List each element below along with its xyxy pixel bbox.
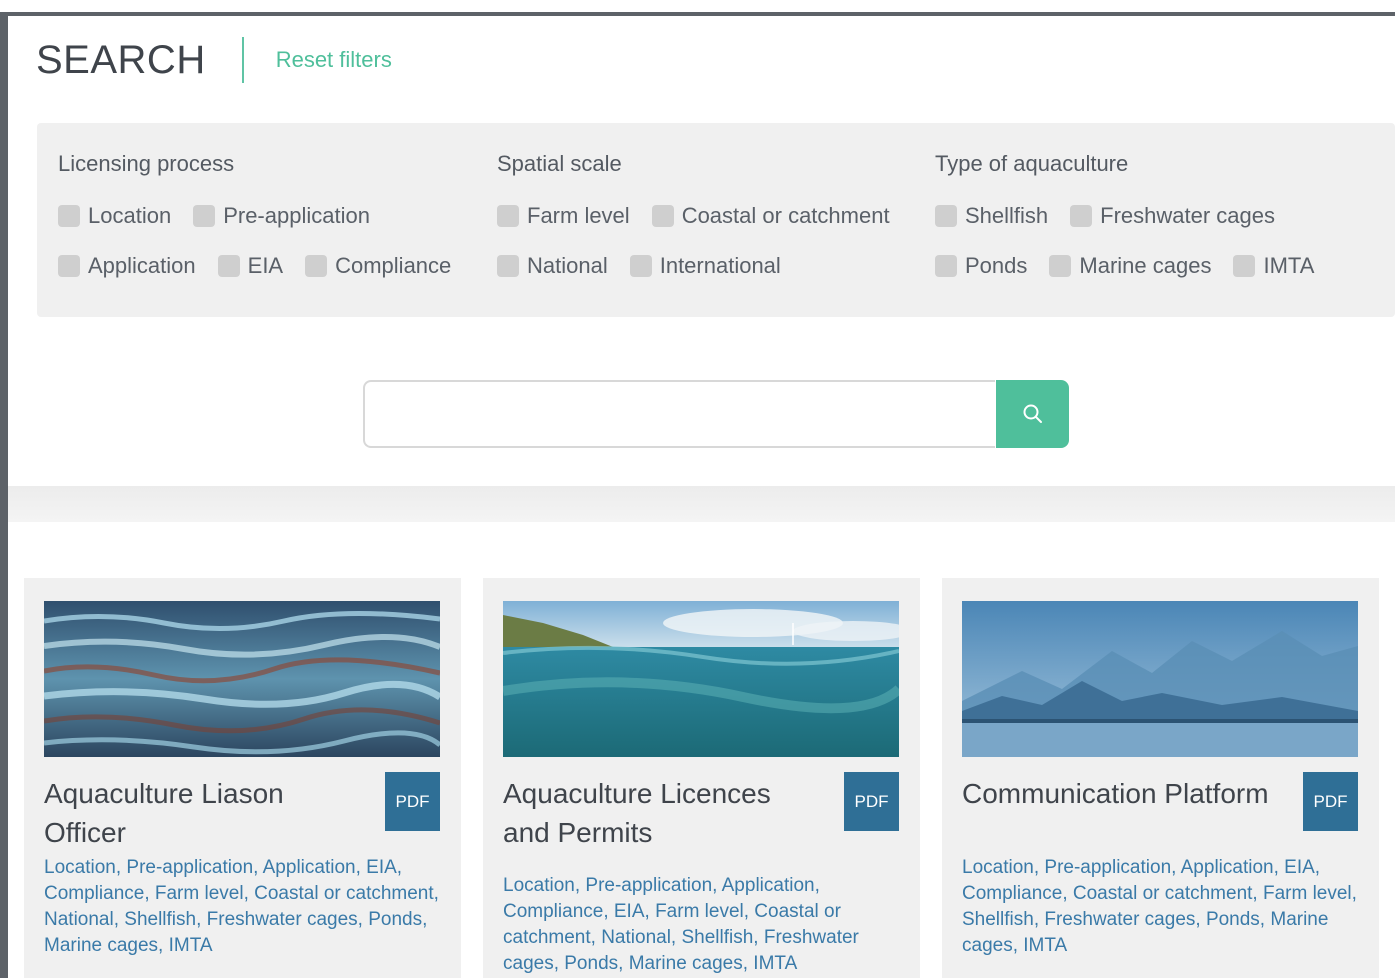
page-title: SEARCH [36,37,206,82]
pdf-badge[interactable]: PDF [1303,772,1358,831]
section-divider-band [8,486,1395,522]
checkbox-ponds[interactable]: Ponds [935,253,1027,279]
search-bar [363,380,1069,448]
header-divider [241,37,244,83]
checkbox-international[interactable]: International [629,253,781,279]
card-image-sea-coast [503,601,899,757]
checkbox-box[interactable] [217,255,240,277]
result-card[interactable]: Aquaculture Liason Officer PDF Location,… [24,578,461,978]
search-icon [1023,404,1042,423]
card-tags: Location, Pre-application, Application, … [503,875,859,974]
filter-group-title: Licensing process [58,151,235,176]
checkbox-label: Location [88,203,172,228]
filter-row: Farm level Coastal or catchment [497,191,912,241]
checkbox-box[interactable] [193,205,216,227]
checkbox-eia[interactable]: EIA [217,253,284,279]
card-tags: Location, Pre-application, Application, … [44,857,439,956]
filter-row: National International [497,241,912,291]
result-card[interactable]: Aquaculture Licences and Permits PDF Loc… [483,578,920,978]
window-frame-top [0,12,1395,16]
checkbox-box[interactable] [58,205,80,227]
result-card[interactable]: Communication Platform PDF Location, Pre… [942,578,1379,978]
checkbox-application[interactable]: Application [58,253,196,279]
checkbox-label: Shellfish [965,203,1049,228]
checkbox-national[interactable]: National [497,253,608,279]
checkbox-label: IMTA [1263,253,1315,278]
checkbox-box[interactable] [497,255,519,277]
checkbox-label: Pre-application [223,203,370,228]
checkbox-label: International [659,253,781,278]
search-button[interactable] [996,380,1069,448]
filter-group-type-of-aquaculture: Type of aquaculture Shellfish Freshwater… [935,151,1336,291]
checkbox-compliance[interactable]: Compliance [305,253,451,279]
filter-row: Application EIA Compliance [58,241,473,291]
checkbox-label: Compliance [335,253,452,278]
pdf-badge[interactable]: PDF [844,772,899,831]
checkbox-marine-cages[interactable]: Marine cages [1049,253,1211,279]
card-image-water-ripples [44,601,440,757]
checkbox-freshwater-cages[interactable]: Freshwater cages [1070,203,1275,229]
checkbox-label: National [527,253,608,278]
checkbox-box[interactable] [1070,205,1093,227]
checkbox-farm-level[interactable]: Farm level [497,203,630,229]
checkbox-imta[interactable]: IMTA [1233,253,1314,279]
checkbox-location[interactable]: Location [58,203,171,229]
checkbox-box[interactable] [935,255,957,277]
filter-group-title: Spatial scale [497,151,622,176]
card-title[interactable]: Communication Platform [962,774,1282,813]
checkbox-label: Application [88,253,196,278]
card-image-mountain-lake [962,601,1358,757]
checkbox-coastal-or-catchment[interactable]: Coastal or catchment [651,203,890,229]
checkbox-label: Marine cages [1079,253,1212,278]
checkbox-box[interactable] [651,205,674,227]
filter-row: Shellfish Freshwater cages [935,191,1336,241]
checkbox-box[interactable] [629,255,652,277]
checkbox-label: Coastal or catchment [681,203,890,228]
search-header: SEARCH Reset filters [36,30,392,90]
pdf-badge[interactable]: PDF [385,772,440,831]
filter-panel: Licensing process Location Pre-applicati… [37,123,1395,317]
checkbox-pre-application[interactable]: Pre-application [193,203,370,229]
checkbox-box[interactable] [497,205,519,227]
checkbox-label: Ponds [965,253,1028,278]
filter-group-title: Type of aquaculture [935,151,1129,176]
card-title[interactable]: Aquaculture Licences and Permits [503,774,823,852]
card-tags: Location, Pre-application, Application, … [962,857,1357,956]
filter-group-licensing-process: Licensing process Location Pre-applicati… [58,151,473,291]
checkbox-shellfish[interactable]: Shellfish [935,203,1048,229]
checkbox-label: Farm level [527,203,630,228]
window-frame-left [0,12,8,978]
checkbox-box[interactable] [1049,255,1072,277]
filter-group-spatial-scale: Spatial scale Farm level Coastal or catc… [497,151,912,291]
card-title[interactable]: Aquaculture Liason Officer [44,774,364,852]
checkbox-label: Freshwater cages [1100,203,1276,228]
filter-row: Location Pre-application [58,191,473,241]
checkbox-box[interactable] [305,255,328,277]
search-input[interactable] [363,380,995,448]
filter-row: Ponds Marine cages IMTA [935,241,1336,291]
checkbox-box[interactable] [935,205,957,227]
checkbox-label: EIA [247,253,284,278]
reset-filters-link[interactable]: Reset filters [276,47,392,73]
checkbox-box[interactable] [1233,255,1256,277]
checkbox-box[interactable] [58,255,80,277]
